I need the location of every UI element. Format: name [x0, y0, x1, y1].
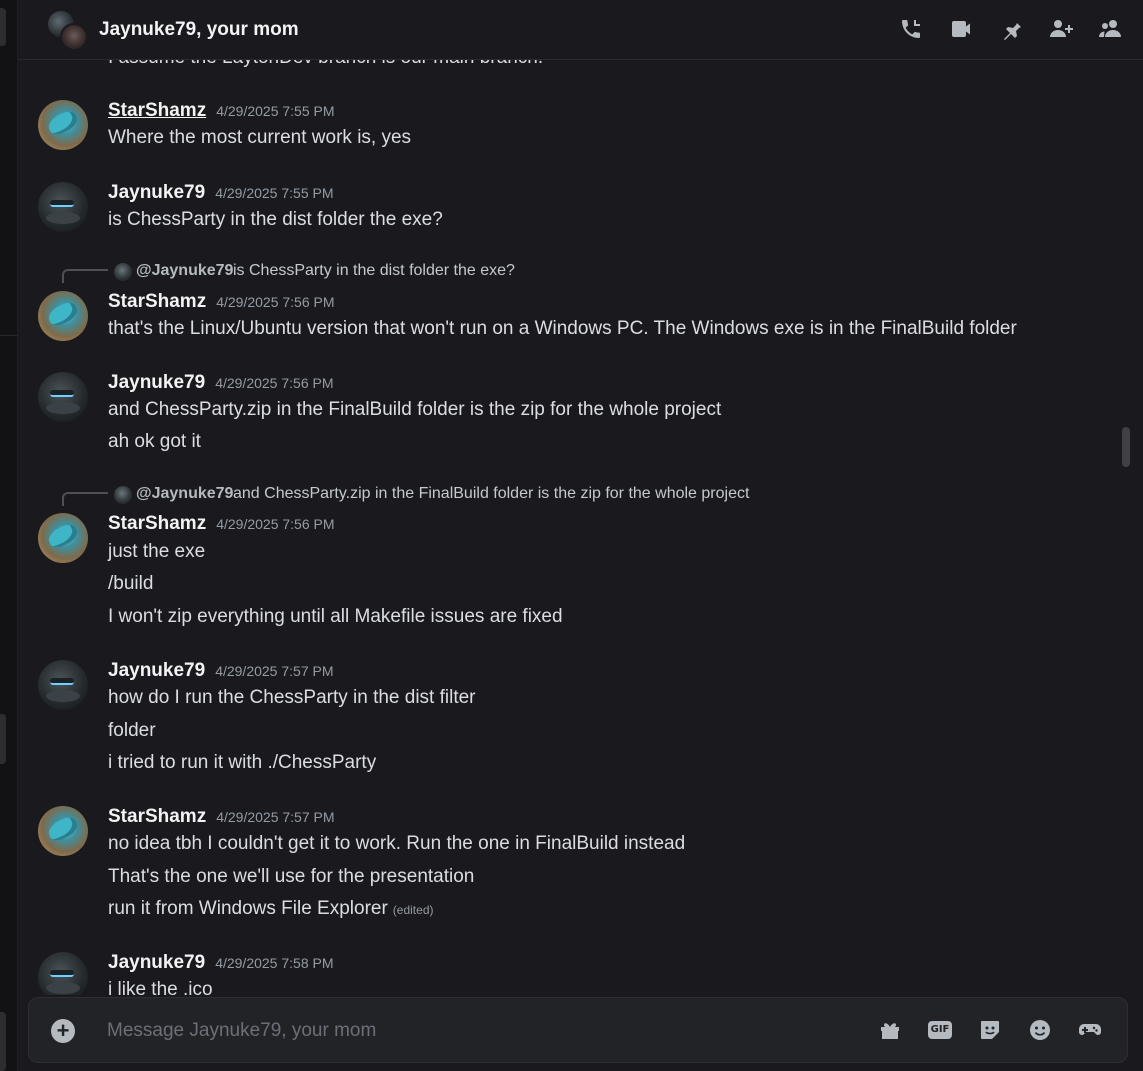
- phone-call-icon[interactable]: [897, 15, 925, 43]
- message-text: ah ok got it: [108, 431, 201, 452]
- message-text: i tried to run it with ./ChessParty: [108, 752, 377, 773]
- message-text: that's the Linux/Ubuntu version that won…: [108, 318, 1017, 339]
- sidebar-edge-item[interactable]: [0, 8, 6, 46]
- members-icon[interactable]: [1097, 15, 1125, 43]
- timestamp: 4/29/2025 7:56 PM: [216, 516, 335, 532]
- message-list[interactable]: I assume the LaytonDev branch is our mai…: [18, 60, 1143, 995]
- sidebar-edge-item[interactable]: [0, 714, 6, 764]
- add-friend-icon[interactable]: [1047, 15, 1075, 43]
- avatar[interactable]: [38, 291, 88, 341]
- member-avatar: [60, 23, 88, 51]
- author-name[interactable]: Jaynuke79: [108, 372, 205, 394]
- avatar[interactable]: [38, 952, 88, 995]
- avatar[interactable]: [38, 372, 88, 422]
- message-text: just the exe: [108, 541, 206, 562]
- author-name[interactable]: Jaynuke79: [108, 952, 205, 974]
- message-input[interactable]: [107, 1016, 867, 1046]
- reply-mention[interactable]: @Jaynuke79: [136, 485, 233, 503]
- message-text: is ChessParty in the dist folder the exe…: [108, 209, 443, 230]
- avatar[interactable]: [38, 806, 88, 856]
- reply-avatar: [114, 486, 132, 504]
- author-name[interactable]: StarShamz: [108, 291, 206, 313]
- gif-label: GIF: [927, 1021, 953, 1039]
- plus-icon[interactable]: +: [51, 1019, 75, 1043]
- avatar[interactable]: [38, 513, 88, 563]
- timestamp: 4/29/2025 7:57 PM: [215, 663, 334, 679]
- timestamp: 4/29/2025 7:57 PM: [216, 809, 335, 825]
- timestamp: 4/29/2025 7:58 PM: [215, 955, 334, 971]
- timestamp: 4/29/2025 7:55 PM: [216, 103, 335, 119]
- message-text: and ChessParty.zip in the FinalBuild fol…: [108, 399, 722, 420]
- timestamp: 4/29/2025 7:56 PM: [216, 294, 335, 310]
- edited-label: (edited): [392, 903, 434, 917]
- reply-avatar: [114, 263, 132, 281]
- author-name[interactable]: Jaynuke79: [108, 660, 205, 682]
- sidebar-divider: [0, 335, 18, 336]
- group-dm-avatar: [46, 9, 88, 51]
- avatar[interactable]: [38, 660, 88, 710]
- channel-header: Jaynuke79, your mom: [18, 0, 1143, 60]
- avatar[interactable]: [38, 182, 88, 232]
- author-name[interactable]: StarShamz: [108, 806, 206, 828]
- gamepad-icon[interactable]: [1077, 1017, 1103, 1043]
- emoji-icon[interactable]: [1027, 1017, 1053, 1043]
- avatar[interactable]: [38, 100, 88, 150]
- timestamp: 4/29/2025 7:55 PM: [215, 185, 334, 201]
- message-text: run it from Windows File Explorer (edited…: [108, 898, 433, 920]
- scrollbar-thumb[interactable]: [1122, 427, 1130, 467]
- reply-mention[interactable]: @Jaynuke79: [136, 262, 233, 280]
- message-text: That's the one we'll use for the present…: [108, 866, 475, 887]
- message-text: I assume the LaytonDev branch is our mai…: [108, 60, 543, 69]
- message-text: folder: [108, 720, 156, 741]
- sidebar-edge-item[interactable]: [0, 1012, 6, 1071]
- message-composer: + GIF: [28, 997, 1128, 1063]
- message-text: I won't zip everything until all Makefil…: [108, 606, 563, 627]
- message-text: how do I run the ChessParty in the dist …: [108, 687, 476, 708]
- gif-icon[interactable]: GIF: [927, 1017, 953, 1043]
- author-name[interactable]: StarShamz: [108, 100, 206, 122]
- message-text: i like the .ico: [108, 979, 213, 995]
- server-sidebar-edge: [0, 0, 18, 1071]
- reply-text: and ChessParty.zip in the FinalBuild fol…: [233, 485, 750, 502]
- author-name[interactable]: StarShamz: [108, 513, 206, 535]
- message-text: Where the most current work is, yes: [108, 127, 412, 148]
- timestamp: 4/29/2025 7:56 PM: [215, 375, 334, 391]
- gift-icon[interactable]: [877, 1017, 903, 1043]
- author-name[interactable]: Jaynuke79: [108, 182, 205, 204]
- message-text-content: run it from Windows File Explorer: [108, 898, 388, 919]
- pin-icon[interactable]: [997, 15, 1025, 43]
- reply-text: is ChessParty in the dist folder the exe…: [233, 262, 515, 279]
- channel-title: Jaynuke79, your mom: [99, 19, 299, 40]
- sticker-icon[interactable]: [977, 1017, 1003, 1043]
- message-text: no idea tbh I couldn't get it to work. R…: [108, 833, 686, 854]
- video-camera-icon[interactable]: [947, 15, 975, 43]
- message-text: /build: [108, 573, 154, 594]
